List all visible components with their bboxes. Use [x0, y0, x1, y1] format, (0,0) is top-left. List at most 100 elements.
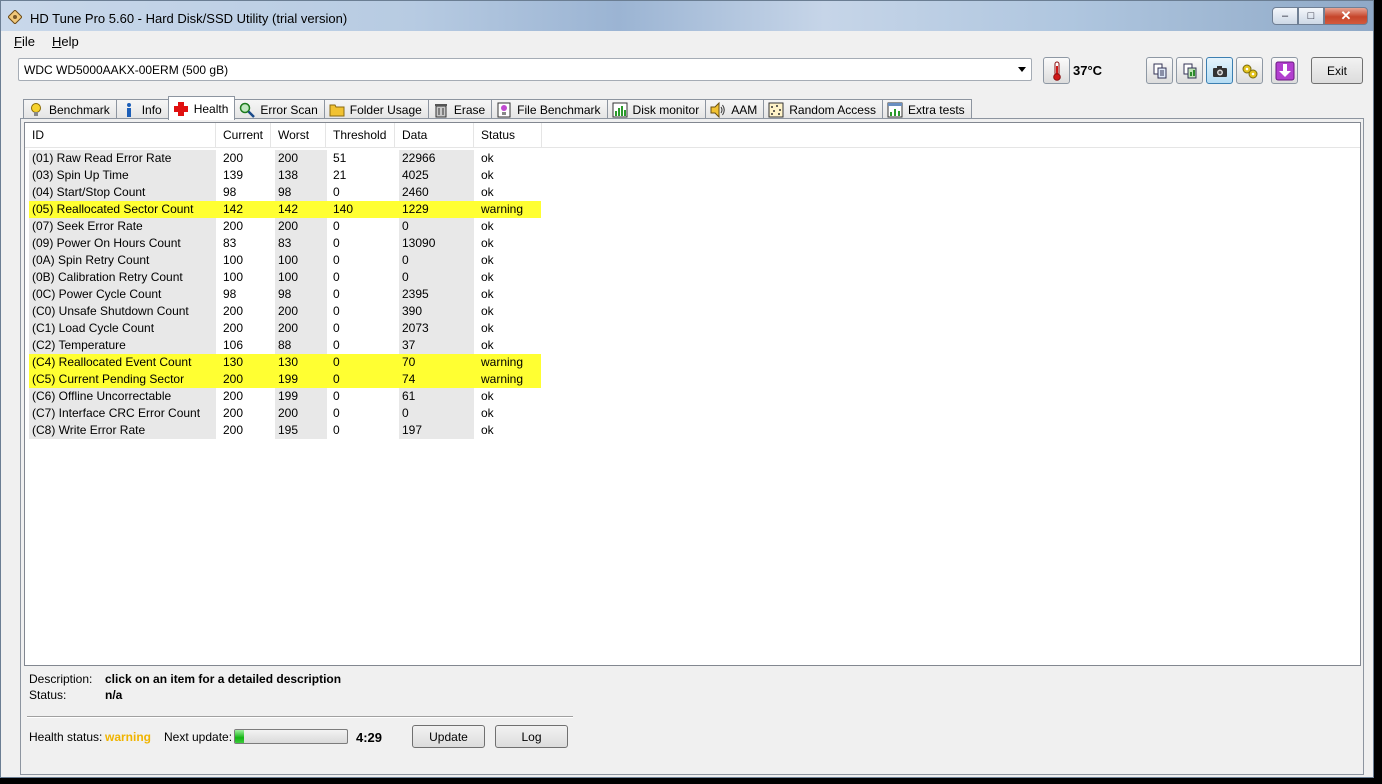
cell-status: ok	[481, 236, 494, 250]
table-row[interactable]: (05) Reallocated Sector Count 142 142 140 12…	[29, 201, 541, 218]
column-header-current[interactable]: Current	[216, 123, 271, 148]
log-button[interactable]: Log	[495, 725, 568, 748]
cell-threshold: 0	[333, 423, 340, 437]
tab-disk-monitor[interactable]: Disk monitor	[606, 99, 707, 120]
table-row[interactable]: (C2) Temperature 106 88 0 37 ok	[29, 337, 541, 354]
table-row[interactable]: (0C) Power Cycle Count 98 98 0 2395 ok	[29, 286, 541, 303]
tab-aam[interactable]: AAM	[705, 99, 765, 120]
cell-current: 200	[223, 219, 244, 233]
save-button[interactable]	[1271, 57, 1298, 84]
options-button[interactable]	[1236, 57, 1263, 84]
status-label: Status:	[29, 688, 67, 702]
cell-worst: 200	[275, 150, 327, 167]
cell-worst: 200	[275, 218, 327, 235]
table-row[interactable]: (01) Raw Read Error Rate 200 200 51 22966 ok	[29, 150, 541, 167]
table-row[interactable]: (0B) Calibration Retry Count 100 100 0 0 ok	[29, 269, 541, 286]
file-benchmark-icon	[496, 102, 512, 118]
description-label: Description:	[29, 672, 93, 686]
maximize-button[interactable]: □	[1298, 7, 1324, 25]
cell-status: ok	[481, 304, 494, 318]
copy-image-button[interactable]	[1176, 57, 1203, 84]
cell-current: 98	[223, 185, 237, 199]
table-row[interactable]: (C0) Unsafe Shutdown Count 200 200 0 390 ok	[29, 303, 541, 320]
tab-folder-usage[interactable]: Folder Usage	[323, 99, 429, 120]
cell-id: (05) Reallocated Sector Count	[32, 202, 194, 216]
smart-attribute-list[interactable]: ID Current Worst Threshold Data Status (…	[24, 122, 1361, 666]
minimize-button[interactable]: –	[1272, 7, 1298, 25]
cell-status: ok	[481, 219, 494, 233]
cell-current: 139	[223, 168, 244, 182]
tab-disk-monitor-label: Disk monitor	[632, 103, 700, 117]
tab-file-benchmark[interactable]: File Benchmark	[491, 99, 608, 120]
health-status-label: Health status:	[29, 730, 103, 744]
cell-threshold: 140	[333, 202, 354, 216]
table-row[interactable]: (C4) Reallocated Event Count 130 130 0 70 war…	[29, 354, 541, 371]
cell-current: 100	[223, 253, 244, 267]
menu-file-mnemonic: F	[14, 34, 22, 49]
temperature-button[interactable]	[1043, 57, 1070, 84]
table-row[interactable]: (09) Power On Hours Count 83 83 0 13090 ok	[29, 235, 541, 252]
tab-extra-tests[interactable]: Extra tests	[881, 99, 972, 120]
cell-id: (C4) Reallocated Event Count	[32, 355, 192, 369]
column-header-data[interactable]: Data	[395, 123, 474, 148]
cell-data: 2395	[399, 286, 474, 303]
screenshot-camera-icon	[1212, 65, 1227, 77]
menu-file[interactable]: File	[14, 34, 35, 49]
cell-id: (C8) Write Error Rate	[29, 422, 216, 439]
column-header-threshold[interactable]: Threshold	[326, 123, 395, 148]
cell-current: 200	[223, 151, 244, 165]
menu-help[interactable]: Help	[52, 34, 79, 49]
cell-id: (C2) Temperature	[29, 337, 216, 354]
tab-benchmark-label: Benchmark	[49, 103, 110, 117]
tab-error-scan-label: Error Scan	[260, 103, 318, 117]
cell-status: ok	[481, 338, 494, 352]
cell-current: 200	[223, 372, 244, 386]
tab-health[interactable]: Health	[167, 96, 236, 120]
health-cross-icon	[173, 101, 189, 117]
options-tools-icon	[1242, 64, 1257, 78]
tab-benchmark[interactable]: Benchmark	[23, 99, 117, 120]
table-row[interactable]: (0A) Spin Retry Count 100 100 0 0 ok	[29, 252, 541, 269]
screenshot-button[interactable]	[1206, 57, 1233, 84]
cell-worst: 200	[275, 320, 327, 337]
copy-text-button[interactable]	[1146, 57, 1173, 84]
update-button[interactable]: Update	[412, 725, 485, 748]
cell-status: warning	[481, 202, 524, 216]
tab-error-scan[interactable]: Error Scan	[234, 99, 325, 120]
tab-erase[interactable]: Erase	[427, 99, 493, 120]
cell-threshold: 0	[333, 304, 340, 318]
drive-select[interactable]: WDC WD5000AAKX-00ERM (500 gB)	[18, 58, 1032, 81]
table-row[interactable]: (03) Spin Up Time 139 138 21 4025 ok	[29, 167, 541, 184]
separator	[27, 716, 573, 718]
cell-threshold: 0	[333, 321, 340, 335]
copy-image-icon	[1183, 63, 1196, 78]
cell-data: 22966	[399, 150, 474, 167]
close-button[interactable]: ✕	[1324, 7, 1368, 25]
cell-id: (09) Power On Hours Count	[29, 235, 216, 252]
table-row[interactable]: (C6) Offline Uncorrectable 200 199 0 61 ok	[29, 388, 541, 405]
cell-data: 197	[399, 422, 474, 439]
table-row[interactable]: (C1) Load Cycle Count 200 200 0 2073 ok	[29, 320, 541, 337]
cell-threshold: 0	[333, 355, 340, 369]
table-row[interactable]: (07) Seek Error Rate 200 200 0 0 ok	[29, 218, 541, 235]
table-row[interactable]: (C7) Interface CRC Error Count 200 200 0 0 ok	[29, 405, 541, 422]
column-header-status[interactable]: Status	[474, 123, 542, 148]
cell-current: 200	[223, 423, 244, 437]
cell-worst: 200	[275, 405, 327, 422]
cell-id: (C1) Load Cycle Count	[29, 320, 216, 337]
table-row[interactable]: (C5) Current Pending Sector 200 199 0 74 warn…	[29, 371, 541, 388]
table-row[interactable]: (C8) Write Error Rate 200 195 0 197 ok	[29, 422, 541, 439]
cell-data: 4025	[399, 167, 474, 184]
tab-info[interactable]: Info	[115, 99, 169, 120]
tab-random-access[interactable]: Random Access	[763, 99, 883, 120]
cell-id: (C7) Interface CRC Error Count	[29, 405, 216, 422]
speaker-icon	[710, 102, 726, 118]
cell-threshold: 0	[333, 372, 340, 386]
tab-bar: Benchmark Info Health Error Scan Folder …	[23, 96, 972, 120]
column-header-id[interactable]: ID	[25, 123, 216, 148]
exit-button[interactable]: Exit	[1311, 57, 1363, 84]
cell-data: 0	[399, 405, 474, 422]
column-header-worst[interactable]: Worst	[271, 123, 326, 148]
table-row[interactable]: (04) Start/Stop Count 98 98 0 2460 ok	[29, 184, 541, 201]
menu-help-mnemonic: H	[52, 34, 62, 49]
